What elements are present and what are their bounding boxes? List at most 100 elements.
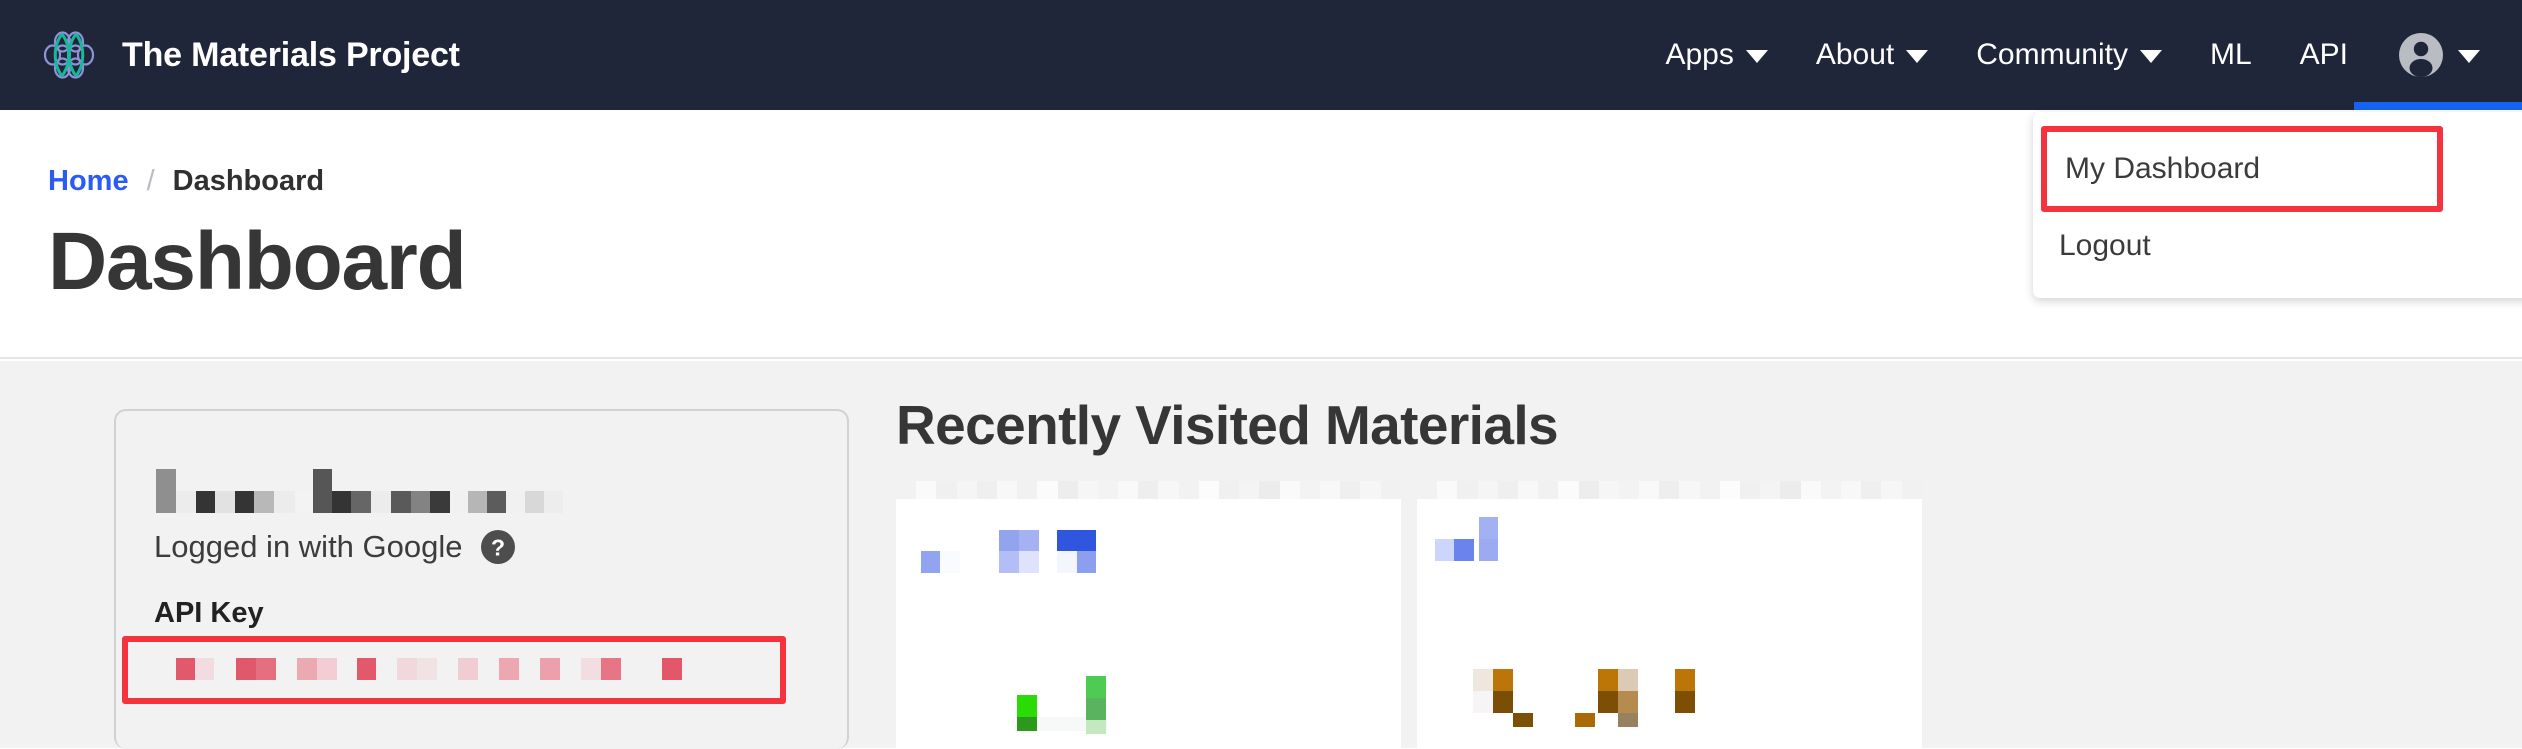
noise-cell bbox=[1319, 481, 1341, 499]
nav-item-community[interactable]: Community bbox=[1952, 0, 2186, 110]
redaction-block bbox=[351, 491, 371, 513]
noise-cell bbox=[1457, 481, 1478, 499]
redaction-block bbox=[1057, 530, 1096, 551]
noise-cell bbox=[1881, 481, 1902, 499]
redaction-block bbox=[525, 491, 544, 513]
noise-cell bbox=[1279, 481, 1300, 499]
noise-cell bbox=[956, 481, 977, 499]
redaction-block bbox=[156, 469, 176, 513]
redaction-block bbox=[487, 491, 506, 513]
noise-cell bbox=[1740, 481, 1761, 499]
nav-item-apps[interactable]: Apps bbox=[1641, 0, 1791, 110]
redaction-block bbox=[519, 658, 540, 680]
redaction-block bbox=[357, 658, 376, 680]
card-noise-strip bbox=[896, 481, 1401, 499]
redacted-user-name bbox=[156, 469, 563, 513]
brand-home-link[interactable]: The Materials Project bbox=[38, 24, 460, 86]
redaction-block bbox=[1019, 551, 1039, 573]
noise-cell bbox=[1800, 481, 1821, 499]
question-mark-circle-icon[interactable]: ? bbox=[479, 528, 517, 566]
redacted-api-key bbox=[176, 658, 682, 680]
redaction-block bbox=[254, 491, 274, 513]
dashboard-content: Logged in with Google ? API Key Recently… bbox=[0, 361, 2522, 749]
redaction-block bbox=[391, 491, 411, 513]
redaction-block bbox=[540, 658, 560, 680]
noise-cell bbox=[1861, 481, 1882, 499]
noise-cell bbox=[1057, 481, 1078, 499]
breadcrumb-current: Dashboard bbox=[172, 165, 325, 197]
redaction-block bbox=[506, 491, 525, 513]
redaction-block bbox=[176, 491, 196, 513]
noise-cell bbox=[1138, 481, 1159, 499]
noise-cell bbox=[1639, 481, 1660, 499]
redaction-block bbox=[468, 491, 487, 513]
redaction-block bbox=[332, 491, 351, 513]
noise-cell bbox=[1760, 481, 1781, 499]
top-navbar: The Materials Project Apps About Communi… bbox=[0, 0, 2522, 110]
redaction-block bbox=[999, 530, 1019, 551]
material-card[interactable] bbox=[1417, 499, 1922, 748]
redaction-block bbox=[195, 658, 214, 680]
noise-cell bbox=[1598, 481, 1619, 499]
redaction-block bbox=[1017, 717, 1037, 731]
redaction-block bbox=[581, 658, 601, 680]
nav-item-api[interactable]: API bbox=[2276, 0, 2372, 110]
noise-cell bbox=[1259, 481, 1280, 499]
user-account-icon bbox=[2398, 32, 2444, 78]
api-key-label: API Key bbox=[154, 597, 264, 629]
redaction-block bbox=[1513, 713, 1533, 727]
redaction-block bbox=[642, 658, 662, 680]
redaction-block bbox=[999, 551, 1019, 573]
redaction-block bbox=[215, 491, 235, 513]
dropdown-item-logout[interactable]: Logout bbox=[2033, 216, 2522, 276]
redaction-block bbox=[601, 658, 621, 680]
chevron-down-icon bbox=[2139, 50, 2162, 63]
redaction-block bbox=[176, 658, 195, 680]
breadcrumb-home-link[interactable]: Home bbox=[48, 165, 129, 198]
noise-cell bbox=[1077, 481, 1098, 499]
redaction-block bbox=[196, 491, 215, 513]
svg-text:?: ? bbox=[490, 535, 504, 561]
redaction-block bbox=[437, 658, 458, 680]
redaction-block bbox=[1598, 669, 1618, 691]
api-key-field[interactable] bbox=[122, 636, 786, 704]
redaction-block bbox=[1479, 517, 1498, 539]
noise-cell bbox=[1820, 481, 1841, 499]
redaction-block bbox=[1493, 669, 1513, 691]
redaction-block bbox=[1479, 539, 1498, 561]
noise-cell bbox=[1037, 481, 1058, 499]
redaction-block bbox=[317, 658, 337, 680]
material-card[interactable] bbox=[896, 499, 1401, 748]
redaction-block bbox=[621, 658, 642, 680]
redaction-block bbox=[499, 658, 519, 680]
redaction-block bbox=[1473, 691, 1493, 713]
chevron-down-icon bbox=[1745, 50, 1768, 63]
redaction-block bbox=[411, 491, 430, 513]
redaction-block bbox=[236, 658, 256, 680]
noise-cell bbox=[1178, 481, 1199, 499]
dropdown-item-label: My Dashboard bbox=[2065, 152, 2261, 185]
dropdown-item-label: Logout bbox=[2059, 229, 2151, 262]
nav-item-about[interactable]: About bbox=[1792, 0, 1952, 110]
redaction-block bbox=[1675, 691, 1695, 713]
redaction-block bbox=[478, 658, 499, 680]
noise-cell bbox=[1219, 481, 1240, 499]
redaction-block bbox=[1618, 691, 1638, 713]
redaction-block bbox=[337, 658, 357, 680]
dropdown-item-my-dashboard[interactable]: My Dashboard bbox=[2041, 126, 2443, 212]
redaction-block bbox=[450, 491, 468, 513]
redaction-block bbox=[430, 491, 450, 513]
noise-cell bbox=[1578, 481, 1599, 499]
redaction-block bbox=[560, 658, 581, 680]
redaction-block bbox=[313, 469, 332, 513]
noise-cell bbox=[1558, 481, 1579, 499]
noise-cell bbox=[916, 481, 937, 499]
redaction-block bbox=[544, 491, 563, 513]
account-dropdown-menu: My Dashboard Logout bbox=[2033, 112, 2522, 298]
nav-item-ml[interactable]: ML bbox=[2186, 0, 2276, 110]
noise-cell bbox=[1097, 481, 1119, 499]
noise-cell bbox=[1659, 481, 1680, 499]
redaction-block bbox=[1435, 539, 1454, 561]
account-menu-button[interactable] bbox=[2372, 0, 2488, 110]
noise-cell bbox=[1517, 481, 1539, 499]
